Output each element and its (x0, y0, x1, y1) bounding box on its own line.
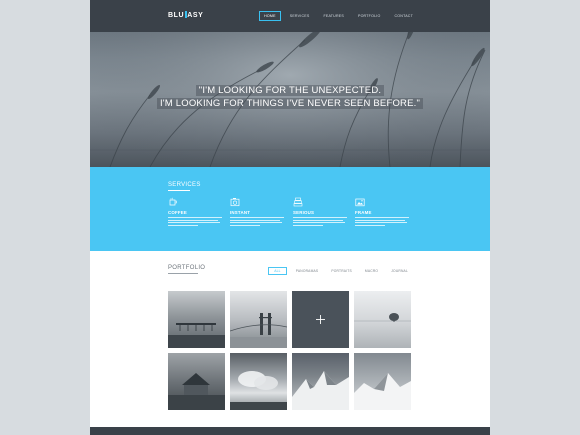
camera-icon (230, 198, 240, 207)
thumbnail-bridge[interactable] (230, 291, 287, 348)
footer-bar (90, 427, 490, 435)
filter-portraits[interactable]: PORTRAITS (327, 267, 356, 275)
services-title-underline (168, 190, 190, 191)
page: "I'M LOOKING FOR THE UNEXPECTED. I'M LOO… (90, 0, 490, 435)
filter-all[interactable]: ALL (268, 267, 287, 275)
service-description-placeholder (230, 217, 286, 226)
thumbnail-snow-peaks[interactable] (354, 353, 411, 410)
service-description-placeholder (355, 217, 411, 226)
thumbnail-pier[interactable] (168, 291, 225, 348)
logo-left-text: BLU (168, 12, 185, 19)
snow-peaks-photo (354, 373, 411, 410)
filter-panoramas[interactable]: PANORAMAS (292, 267, 323, 275)
portfolio-title-underline (168, 273, 198, 274)
nav-home[interactable]: HOME (259, 11, 281, 21)
picture-frame-icon (355, 198, 365, 207)
service-frame: FRAME (355, 197, 411, 227)
nav-portfolio[interactable]: PORTFOLIO (353, 11, 386, 21)
thumbnail-barn[interactable] (168, 353, 225, 410)
lake-tree-photo (354, 313, 411, 322)
clouds-photo (230, 371, 287, 410)
nav-features[interactable]: FEATURES (318, 11, 349, 21)
service-description-placeholder (168, 217, 224, 226)
barn-photo (168, 373, 225, 410)
quote-line-1: "I'M LOOKING FOR THE UNEXPECTED. (195, 85, 385, 96)
service-description-placeholder (293, 217, 349, 226)
coffee-cup-icon (169, 197, 177, 206)
nav-services[interactable]: SERVICES (285, 11, 315, 21)
filter-macro[interactable]: MACRO (361, 267, 382, 275)
portfolio-filters: ALL PANORAMAS PORTRAITS MACRO JOURNAL (268, 267, 412, 275)
thumbnail-lake-tree[interactable] (354, 291, 411, 348)
portfolio-section: PORTFOLIO ALL PANORAMAS PORTRAITS MACRO … (90, 251, 490, 427)
service-name: FRAME (355, 210, 372, 215)
bridge-photo (230, 313, 287, 348)
service-coffee: COFFEE (168, 197, 224, 227)
pier-photo (168, 323, 225, 348)
nav-contact[interactable]: CONTACT (389, 11, 418, 21)
mountains-photo (292, 371, 349, 410)
thumbnail-mountains[interactable] (292, 353, 349, 410)
plus-icon[interactable] (292, 291, 349, 348)
quote-line-2: I'M LOOKING FOR THINGS I'VE NEVER SEEN B… (156, 98, 424, 109)
thumbnail-hover[interactable] (292, 291, 349, 348)
service-name: INSTANT (230, 210, 251, 215)
thumbnail-clouds[interactable] (230, 353, 287, 410)
brand-logo[interactable]: BLU ASY (168, 11, 203, 19)
stack-icon (293, 197, 303, 207)
services-section: SERVICES COFFEE INSTANT SERIOUS FRAME (90, 167, 490, 251)
filter-journal[interactable]: JOURNAL (387, 267, 412, 275)
hero-quote: "I'M LOOKING FOR THE UNEXPECTED. I'M LOO… (90, 84, 490, 110)
service-name: COFFEE (168, 210, 188, 215)
services-title: SERVICES (168, 182, 201, 188)
logo-right-text: ASY (187, 12, 204, 19)
main-menu: HOME SERVICES FEATURES PORTFOLIO CONTACT (259, 11, 418, 21)
service-instant: INSTANT (230, 197, 286, 227)
service-serious: SERIOUS (293, 197, 349, 227)
top-navigation: BLU ASY HOME SERVICES FEATURES PORTFOLIO … (90, 0, 490, 32)
portfolio-title: PORTFOLIO (168, 265, 206, 271)
service-name: SERIOUS (293, 210, 315, 215)
